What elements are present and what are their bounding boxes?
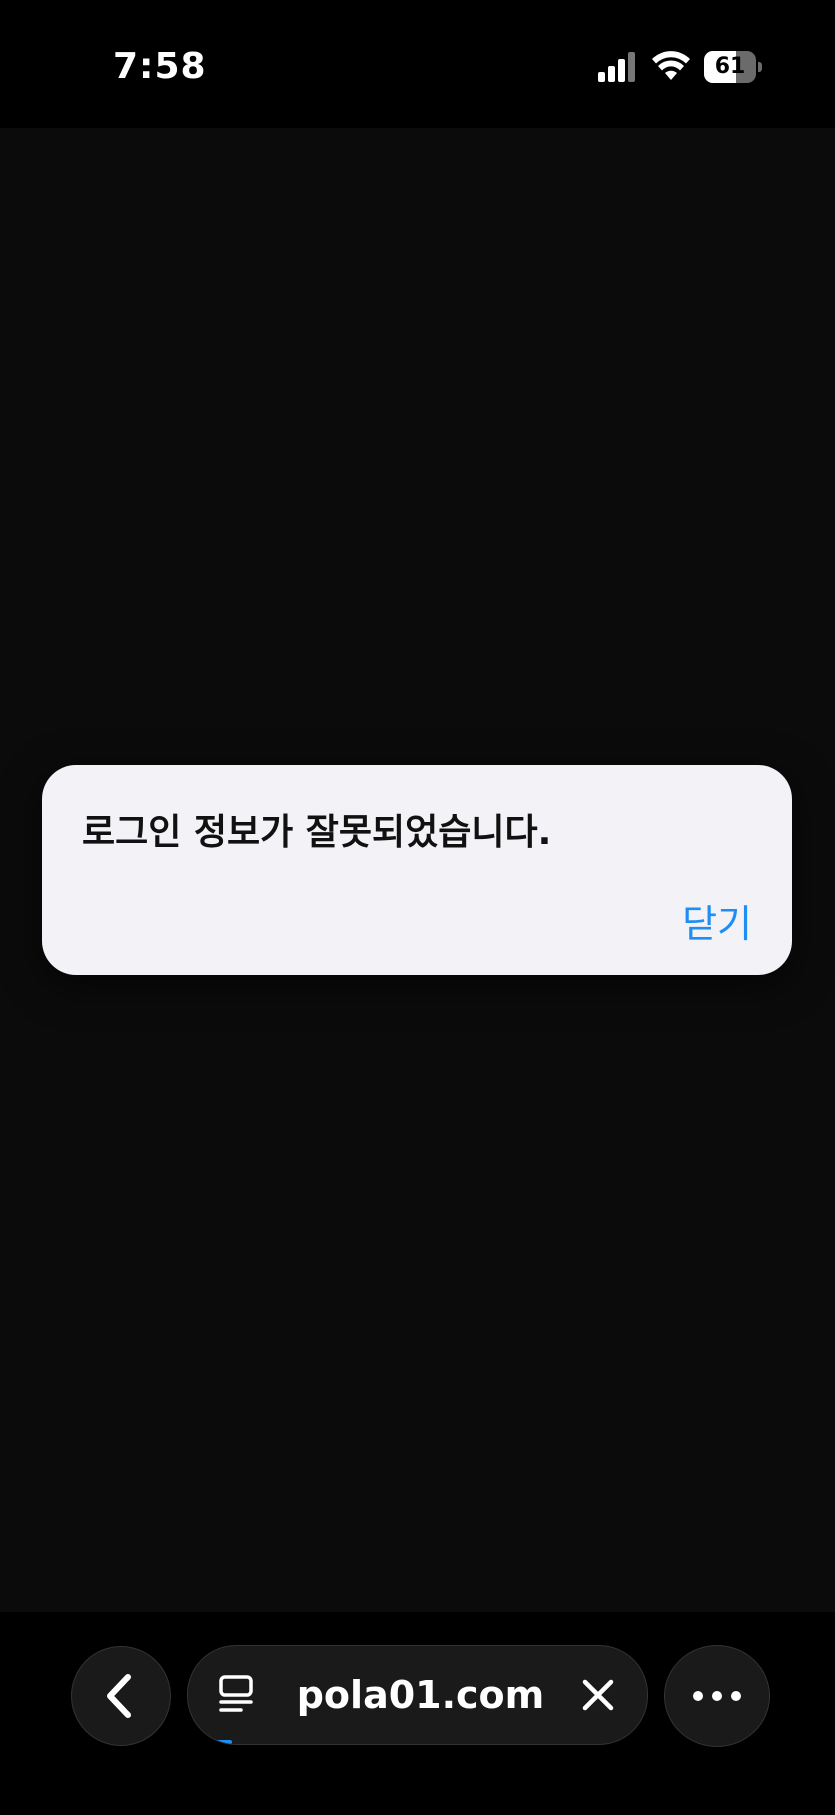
signal-icon (598, 52, 638, 82)
tab-icon (219, 1675, 253, 1712)
more-icon (693, 1691, 741, 1701)
back-chevron-icon (107, 1674, 131, 1718)
back-button[interactable] (71, 1646, 171, 1746)
alert-message: 로그인 정보가 잘못되었습니다. (82, 812, 552, 853)
browser-bottom-bar: pola01.com (0, 1612, 835, 1815)
url-text[interactable]: pola01.com (283, 1646, 558, 1744)
load-progress (202, 1740, 232, 1744)
screen: 7:58 61 로그인 정보가 잘못되었습니다. 닫기 pola01.com (0, 0, 835, 1815)
battery-icon: 61 (704, 51, 762, 83)
battery-level: 61 (714, 54, 746, 79)
more-button[interactable] (664, 1645, 770, 1747)
address-bar[interactable]: pola01.com (187, 1645, 648, 1745)
wifi-icon (652, 51, 690, 80)
alert-dialog: 로그인 정보가 잘못되었습니다. 닫기 (42, 765, 792, 975)
clear-icon[interactable] (580, 1677, 616, 1713)
close-button[interactable]: 닫기 (682, 893, 752, 948)
status-time: 7:58 (113, 46, 207, 87)
status-bar: 7:58 61 (0, 0, 835, 128)
